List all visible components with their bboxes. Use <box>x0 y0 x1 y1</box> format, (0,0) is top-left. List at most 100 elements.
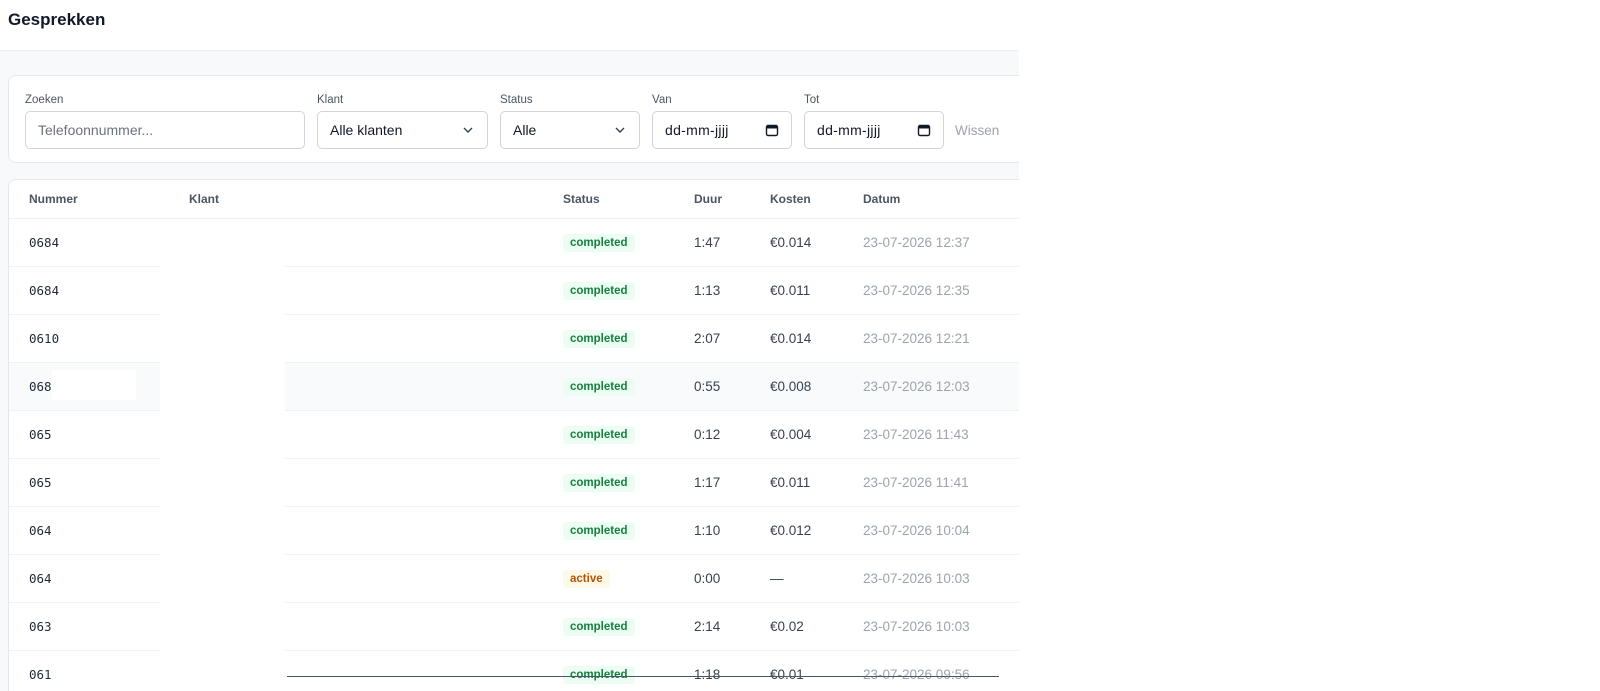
search-label: Zoeken <box>25 94 64 106</box>
client-filter: Klant Alle klanten <box>317 93 488 149</box>
clear-filters-button[interactable]: Wissen <box>955 123 999 138</box>
client-select[interactable]: Alle klanten <box>317 111 488 149</box>
cell-cost: — <box>770 554 863 603</box>
cell-status: completed <box>563 650 694 691</box>
cell-date: 23-07-2026 10:04 <box>863 506 1019 555</box>
redaction-block <box>160 219 285 691</box>
cell-status: active <box>563 554 694 603</box>
column-header-number[interactable]: Nummer <box>9 180 189 219</box>
to-date-input[interactable]: dd-mm-jjjj <box>804 111 944 149</box>
search-placeholder: Telefoonnummer... <box>38 122 154 138</box>
cell-cost: €0.02 <box>770 602 863 651</box>
status-filter: Status Alle <box>500 93 640 149</box>
cell-number-text: 065 <box>29 475 52 490</box>
table-header-row: Nummer Klant Status Duur Kosten Datum <box>9 180 1019 219</box>
cell-duration: 0:55 <box>694 362 770 411</box>
column-header-client[interactable]: Klant <box>189 180 563 219</box>
cell-number-text: 064 <box>29 523 52 538</box>
status-badge: completed <box>563 665 635 684</box>
column-header-date[interactable]: Datum <box>863 180 1019 219</box>
column-header-status[interactable]: Status <box>563 180 694 219</box>
chevron-down-icon <box>615 127 625 133</box>
from-date-field: Van dd-mm-jjjj <box>652 93 792 149</box>
from-date-value: dd-mm-jjjj <box>665 122 729 138</box>
status-badge: completed <box>563 281 635 300</box>
cell-duration: 0:00 <box>694 554 770 603</box>
status-badge: completed <box>563 329 635 348</box>
from-date-input[interactable]: dd-mm-jjjj <box>652 111 792 149</box>
cell-number-text: 068 <box>29 379 52 394</box>
cell-cost: €0.008 <box>770 362 863 411</box>
cell-cost: €0.011 <box>770 458 863 507</box>
cell-number-text: 065 <box>29 427 52 442</box>
status-select[interactable]: Alle <box>500 111 640 149</box>
status-badge: completed <box>563 425 635 444</box>
cell-number-text: 0684 <box>29 235 60 250</box>
from-date-label: Van <box>652 94 672 106</box>
calendar-icon[interactable] <box>917 123 931 137</box>
cell-date: 23-07-2026 11:43 <box>863 410 1019 459</box>
cell-date: 23-07-2026 12:35 <box>863 266 1019 315</box>
cell-date: 23-07-2026 12:37 <box>863 218 1019 267</box>
status-select-value: Alle <box>513 122 537 138</box>
cell-cost: €0.011 <box>770 266 863 315</box>
cell-status: completed <box>563 458 694 507</box>
cell-cost: €0.01 <box>770 650 863 691</box>
cell-date: 23-07-2026 12:03 <box>863 362 1019 411</box>
divider <box>287 676 999 677</box>
page-header: Gesprekken <box>0 0 1019 51</box>
cell-duration: 1:17 <box>694 458 770 507</box>
cell-duration: 2:07 <box>694 314 770 363</box>
cell-duration: 1:18 <box>694 650 770 691</box>
search-field: Zoeken Telefoonnummer... <box>25 93 305 149</box>
status-label: Status <box>500 94 533 106</box>
cell-duration: 1:13 <box>694 266 770 315</box>
cell-date: 23-07-2026 10:03 <box>863 602 1019 651</box>
client-label: Klant <box>317 94 344 106</box>
cell-status: completed <box>563 314 694 363</box>
column-header-duration[interactable]: Duur <box>694 180 770 219</box>
status-badge: completed <box>563 233 635 252</box>
app-window: Gesprekken Zoeken Telefoonnummer... Klan… <box>0 0 1019 691</box>
redaction-block <box>52 370 136 400</box>
to-date-value: dd-mm-jjjj <box>817 122 881 138</box>
status-badge: completed <box>563 521 635 540</box>
column-header-cost[interactable]: Kosten <box>770 180 863 219</box>
cell-duration: 0:12 <box>694 410 770 459</box>
status-badge: active <box>563 569 610 588</box>
cell-cost: €0.014 <box>770 218 863 267</box>
cell-status: completed <box>563 266 694 315</box>
main-content: Zoeken Telefoonnummer... Klant Alle klan… <box>0 51 1019 691</box>
page-title: Gesprekken <box>8 10 106 29</box>
cell-cost: €0.014 <box>770 314 863 363</box>
cell-duration: 2:14 <box>694 602 770 651</box>
chevron-down-icon <box>463 127 473 133</box>
to-date-label: Tot <box>804 94 820 106</box>
status-badge: completed <box>563 617 635 636</box>
status-badge: completed <box>563 473 635 492</box>
search-input[interactable]: Telefoonnummer... <box>25 111 305 149</box>
cell-status: completed <box>563 506 694 555</box>
cell-status: completed <box>563 362 694 411</box>
cell-number-text: 0610 <box>29 331 60 346</box>
cell-date: 23-07-2026 11:41 <box>863 458 1019 507</box>
cell-status: completed <box>563 602 694 651</box>
cell-cost: €0.012 <box>770 506 863 555</box>
cell-number-text: 063 <box>29 619 52 634</box>
cell-number-text: 0684 <box>29 283 60 298</box>
client-select-value: Alle klanten <box>330 122 403 138</box>
status-badge: completed <box>563 377 635 396</box>
cell-status: completed <box>563 218 694 267</box>
cell-duration: 1:47 <box>694 218 770 267</box>
cell-number-text: 064 <box>29 571 52 586</box>
calendar-icon[interactable] <box>765 123 779 137</box>
cell-date: 23-07-2026 09:56 <box>863 650 1019 691</box>
cell-duration: 1:10 <box>694 506 770 555</box>
cell-date: 23-07-2026 10:03 <box>863 554 1019 603</box>
cell-status: completed <box>563 410 694 459</box>
cell-number-text: 061 <box>29 667 52 682</box>
cell-cost: €0.004 <box>770 410 863 459</box>
to-date-field: Tot dd-mm-jjjj <box>804 93 944 149</box>
cell-date: 23-07-2026 12:21 <box>863 314 1019 363</box>
filter-bar: Zoeken Telefoonnummer... Klant Alle klan… <box>8 75 1019 163</box>
